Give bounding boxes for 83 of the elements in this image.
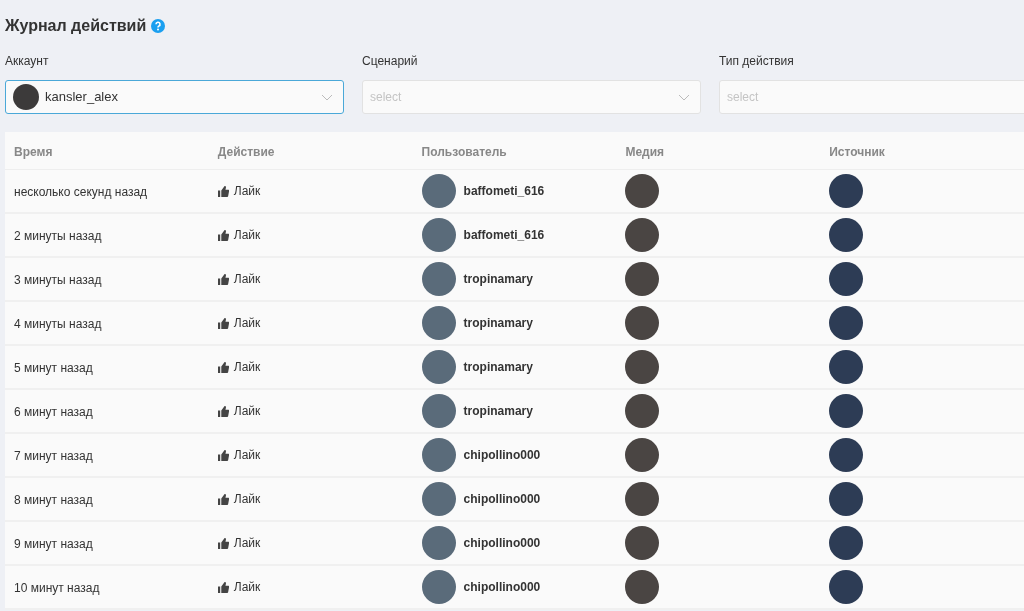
thumbs-up-icon — [217, 537, 229, 549]
user-avatar — [421, 174, 456, 208]
user-avatar — [421, 262, 456, 296]
user-avatar — [421, 482, 456, 516]
help-icon[interactable] — [151, 19, 166, 33]
action-cell-text: Лайк — [233, 271, 261, 288]
media-thumbnail[interactable] — [625, 174, 660, 208]
time-cell: 10 минут назад — [14, 581, 100, 595]
column-header: Медия — [625, 144, 665, 159]
user-avatar — [421, 394, 456, 428]
user-avatar — [421, 306, 456, 340]
media-thumbnail[interactable] — [625, 482, 660, 516]
time-cell: 5 минут назад — [14, 361, 93, 375]
user-avatar — [421, 218, 456, 252]
source-thumbnail[interactable] — [829, 394, 864, 428]
time-cell: несколько секунд назад — [14, 185, 148, 199]
media-thumbnail[interactable] — [625, 570, 660, 604]
thumbs-up-icon — [217, 405, 229, 417]
source-thumbnail[interactable] — [829, 306, 864, 340]
time-cell: 4 минуты назад — [14, 317, 102, 331]
column-header: Пользователь — [421, 144, 507, 159]
media-thumbnail[interactable] — [625, 306, 660, 340]
thumbs-up-icon — [217, 449, 229, 461]
media-thumbnail[interactable] — [625, 350, 660, 384]
time-cell: 7 минут назад — [14, 449, 93, 463]
select-value: kansler_alex — [45, 88, 118, 107]
username-link[interactable]: baffometi_616 — [463, 182, 545, 200]
source-thumbnail[interactable] — [829, 438, 864, 472]
thumbs-up-icon — [217, 317, 229, 329]
user-avatar — [421, 350, 456, 384]
column-header: Действие — [217, 144, 275, 159]
thumbs-up-icon — [217, 581, 229, 593]
filter-label: Аккаунт — [5, 53, 50, 70]
action-cell-text: Лайк — [233, 491, 261, 508]
time-cell: 9 минут назад — [14, 537, 93, 551]
username-link[interactable]: tropinamary — [463, 402, 533, 420]
thumbs-up-icon — [217, 493, 229, 505]
username-link[interactable]: tropinamary — [463, 314, 533, 332]
username-link[interactable]: tropinamary — [463, 270, 533, 288]
media-thumbnail[interactable] — [625, 262, 660, 296]
media-thumbnail[interactable] — [625, 438, 660, 472]
select-field[interactable]: kansler_alex — [5, 80, 344, 114]
action-cell-text: Лайк — [233, 227, 261, 244]
source-thumbnail[interactable] — [829, 350, 864, 384]
source-thumbnail[interactable] — [829, 570, 864, 604]
thumbs-up-icon — [217, 273, 229, 285]
filter-label: Тип действия — [719, 53, 795, 70]
time-cell: 2 минуты назад — [14, 229, 102, 243]
username-link[interactable]: baffometi_616 — [463, 226, 545, 244]
filter-label: Сценарий — [362, 53, 419, 70]
thumbs-up-icon — [217, 185, 229, 197]
action-cell-text: Лайк — [233, 447, 261, 464]
avatar — [13, 84, 39, 110]
source-thumbnail[interactable] — [829, 218, 864, 252]
source-thumbnail[interactable] — [829, 482, 864, 516]
username-link[interactable]: chipollino000 — [463, 578, 541, 596]
action-cell-text: Лайк — [233, 535, 261, 552]
source-thumbnail[interactable] — [829, 262, 864, 296]
page-title: Журнал действий — [5, 16, 147, 36]
username-link[interactable]: chipollino000 — [463, 534, 541, 552]
action-cell-text: Лайк — [233, 403, 261, 420]
column-header: Источник — [829, 144, 885, 159]
thumbs-up-icon — [217, 361, 229, 373]
media-thumbnail[interactable] — [625, 218, 660, 252]
username-link[interactable]: chipollino000 — [463, 446, 541, 464]
action-cell-text: Лайк — [233, 315, 261, 332]
source-thumbnail[interactable] — [829, 174, 864, 208]
action-cell-text: Лайк — [233, 579, 261, 596]
username-link[interactable]: tropinamary — [463, 358, 533, 376]
time-cell: 8 минут назад — [14, 493, 93, 507]
thumbs-up-icon — [217, 229, 229, 241]
time-cell: 3 минуты назад — [14, 273, 102, 287]
column-header: Время — [14, 144, 53, 159]
action-cell-text: Лайк — [233, 359, 261, 376]
source-thumbnail[interactable] — [829, 526, 864, 560]
user-avatar — [421, 526, 456, 560]
media-thumbnail[interactable] — [625, 526, 660, 560]
username-link[interactable]: chipollino000 — [463, 490, 541, 508]
time-cell: 6 минут назад — [14, 405, 93, 419]
user-avatar — [421, 438, 456, 472]
media-thumbnail[interactable] — [625, 394, 660, 428]
action-cell-text: Лайк — [233, 183, 261, 200]
user-avatar — [421, 570, 456, 604]
